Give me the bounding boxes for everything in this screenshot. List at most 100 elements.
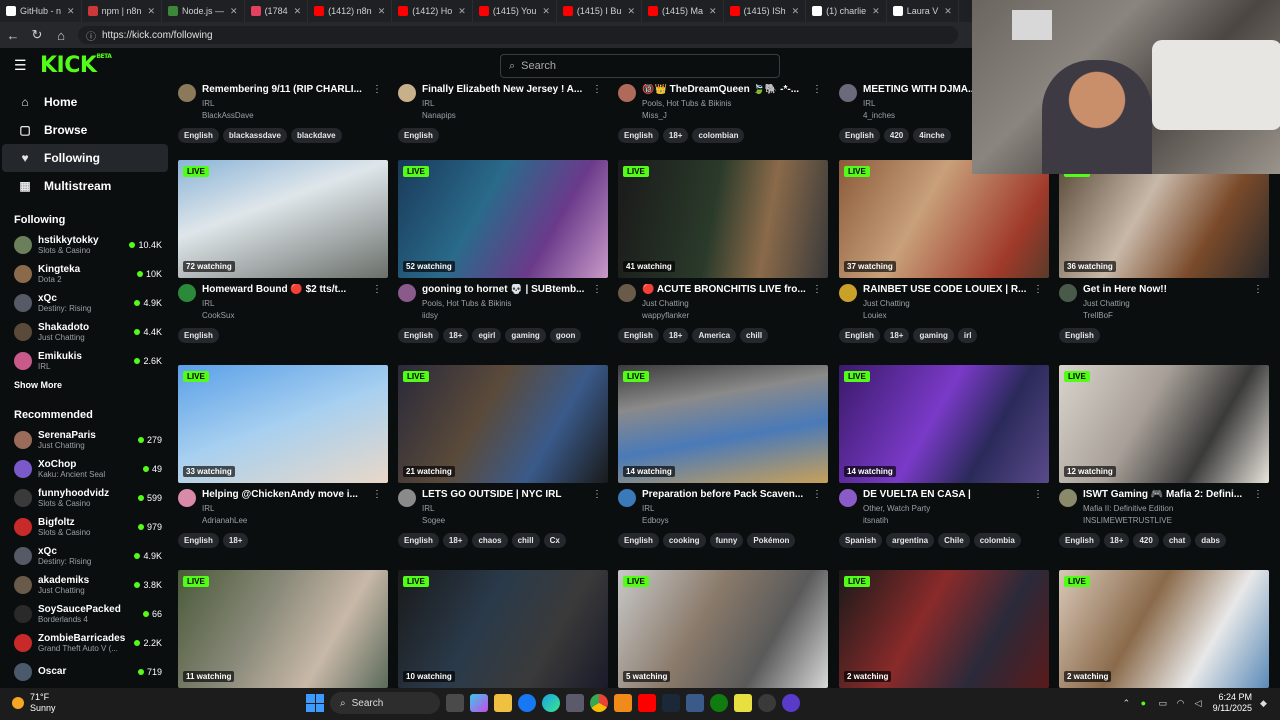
stream-category[interactable]: IRL — [422, 99, 608, 108]
channel-item[interactable]: Bigfoltz Slots & Casino 979 — [0, 512, 170, 541]
avatar[interactable] — [398, 284, 416, 302]
tag[interactable]: English — [178, 128, 219, 143]
stream-category[interactable]: IRL — [202, 99, 388, 108]
weather-widget[interactable]: 71°F Sunny — [12, 692, 56, 714]
stream-thumbnail[interactable]: LIVE 2 watching — [839, 570, 1049, 688]
avatar[interactable] — [618, 489, 636, 507]
stream-title[interactable]: Finally Elizabeth New Jersey ! A... — [422, 84, 608, 95]
stream-card[interactable]: LIVE 52 watching gooning to hornet 💀 | SUB… — [398, 160, 608, 343]
tag[interactable]: English — [398, 533, 439, 548]
stream-card[interactable]: 🔞👑 TheDreamQueen 🍃🐘 -*-... Pools, Hot Tub… — [618, 84, 828, 143]
stream-category[interactable]: Pools, Hot Tubs & Bikinis — [642, 99, 828, 108]
stream-card[interactable]: LIVE 37 watching RAINBET USE CODE LOUIEX |… — [839, 160, 1049, 343]
tag[interactable]: English — [839, 328, 880, 343]
avatar[interactable] — [839, 489, 857, 507]
tab-close-icon[interactable]: ✕ — [709, 6, 717, 17]
stream-user[interactable]: Miss_J — [642, 111, 828, 120]
avatar[interactable] — [618, 284, 636, 302]
edge-icon[interactable] — [542, 694, 560, 712]
windows-start-icon[interactable] — [306, 694, 324, 712]
stream-title[interactable]: 🔞👑 TheDreamQueen 🍃🐘 -*-... — [642, 84, 828, 95]
channel-item[interactable]: Kingteka Dota 2 10K — [0, 259, 170, 288]
tag[interactable]: 18+ — [883, 328, 910, 343]
browser-tab[interactable]: GitHub - n ✕ — [0, 0, 82, 22]
stream-title[interactable]: ISWT Gaming 🎮 Mafia 2: Defini... — [1083, 489, 1269, 500]
more-options-icon[interactable]: ⋮ — [1253, 284, 1263, 295]
avatar[interactable] — [178, 284, 196, 302]
avatar[interactable] — [178, 489, 196, 507]
more-options-icon[interactable]: ⋮ — [592, 284, 602, 295]
stream-card[interactable]: LIVE 12 watching ISWT Gaming 🎮 Mafia 2: De… — [1059, 365, 1269, 548]
tag[interactable]: English — [178, 328, 219, 343]
stream-title[interactable]: Remembering 9/11 (RIP CHARLI... — [202, 84, 388, 95]
stream-thumbnail[interactable]: LIVE 37 watching — [839, 160, 1049, 278]
tab-close-icon[interactable]: ✕ — [792, 6, 800, 17]
obs-icon[interactable] — [758, 694, 776, 712]
browser-tab[interactable]: (1412) Ho ✕ — [392, 0, 473, 22]
tab-close-icon[interactable]: ✕ — [944, 6, 952, 17]
channel-item[interactable]: akademiks Just Chatting 3.8K — [0, 570, 170, 599]
stream-thumbnail[interactable]: LIVE 5 watching — [618, 570, 828, 688]
channel-item[interactable]: xQc Destiny: Rising 4.9K — [0, 288, 170, 317]
steam-icon[interactable] — [662, 694, 680, 712]
stream-thumbnail[interactable]: LIVE36 watching — [1059, 160, 1269, 278]
stream-card[interactable]: LIVE 21 watching LETS GO OUTSIDE | NYC IRL… — [398, 365, 608, 548]
more-options-icon[interactable]: ⋮ — [812, 284, 822, 295]
stream-title[interactable]: RAINBET USE CODE LOUIEX | R... — [863, 284, 1049, 295]
browser-tab[interactable]: (1415) I Bu ✕ — [557, 0, 642, 22]
tag[interactable]: irl — [957, 328, 978, 343]
tag[interactable]: English — [1059, 533, 1100, 548]
stream-thumbnail[interactable]: LIVE 21 watching — [398, 365, 608, 483]
stream-title[interactable]: Helping @ChickenAndy move i... — [202, 489, 388, 500]
stream-user[interactable]: TrellBoF — [1083, 311, 1269, 320]
more-options-icon[interactable]: ⋮ — [1253, 489, 1263, 500]
tag[interactable]: chaos — [472, 533, 508, 548]
stream-category[interactable]: IRL — [202, 504, 388, 513]
stream-card[interactable]: Remembering 9/11 (RIP CHARLI... IRL BlackA… — [178, 84, 388, 143]
stream-card[interactable]: LIVE 41 watching 🔴 ACUTE BRONCHITIS LIVE f… — [618, 160, 828, 343]
stream-card[interactable]: LIVE 2 watching — [839, 570, 1049, 688]
stream-thumbnail[interactable]: LIVE 72 watching — [178, 160, 388, 278]
more-options-icon[interactable]: ⋮ — [372, 284, 382, 295]
stream-category[interactable]: IRL — [422, 504, 608, 513]
tab-close-icon[interactable]: ✕ — [378, 6, 386, 17]
avatar[interactable] — [1059, 489, 1077, 507]
sidebar-item-following[interactable]: ♥ Following — [2, 144, 168, 172]
avatar[interactable] — [398, 489, 416, 507]
stream-user[interactable]: AdrianahLee — [202, 516, 388, 525]
mic-icon[interactable]: ● — [1141, 698, 1151, 708]
tag[interactable]: 18+ — [442, 533, 469, 548]
stream-title[interactable]: gooning to hornet 💀 | SUBtemb... — [422, 284, 608, 295]
chrome-icon[interactable] — [590, 694, 608, 712]
tag[interactable]: English — [618, 128, 659, 143]
more-options-icon[interactable]: ⋮ — [1033, 284, 1043, 295]
stream-thumbnail[interactable]: LIVE 2 watching — [1059, 570, 1269, 688]
tag[interactable]: chill — [511, 533, 540, 548]
stream-card[interactable]: LIVE 14 watching DE VUELTA EN CASA | Other,… — [839, 365, 1049, 548]
tag[interactable]: Pokémon — [747, 533, 796, 548]
stream-card[interactable]: LIVE 14 watching Preparation before Pack S… — [618, 365, 828, 548]
tag[interactable]: English — [398, 128, 439, 143]
stream-thumbnail[interactable]: LIVE 52 watching — [398, 160, 608, 278]
stream-card[interactable]: LIVE 2 watching — [1059, 570, 1269, 688]
browser-tab[interactable]: (1784 ✕ — [245, 0, 309, 22]
tab-close-icon[interactable]: ✕ — [294, 6, 302, 17]
tag[interactable]: 18+ — [1103, 533, 1130, 548]
avatar[interactable] — [618, 84, 636, 102]
tag[interactable]: Cx — [543, 533, 566, 548]
stream-thumbnail[interactable]: LIVE 14 watching — [618, 365, 828, 483]
stream-title[interactable]: LETS GO OUTSIDE | NYC IRL — [422, 489, 608, 500]
tag[interactable]: egirl — [472, 328, 502, 343]
calculator-icon[interactable] — [566, 694, 584, 712]
avatar[interactable] — [1059, 284, 1077, 302]
stream-card[interactable]: LIVE 11 watching — [178, 570, 388, 688]
channel-item[interactable]: funnyhoodvidz Slots & Casino 599 — [0, 483, 170, 512]
tag[interactable]: colombian — [692, 128, 745, 143]
tag[interactable]: America — [692, 328, 737, 343]
stream-title[interactable]: Homeward Bound 🔴 $2 tts/t... — [202, 284, 388, 295]
tag[interactable]: 420 — [1133, 533, 1159, 548]
stream-thumbnail[interactable]: LIVE 10 watching — [398, 570, 608, 688]
stream-user[interactable]: BlackAssDave — [202, 111, 388, 120]
stream-category[interactable]: Just Chatting — [1083, 299, 1269, 308]
xbox-icon[interactable] — [710, 694, 728, 712]
